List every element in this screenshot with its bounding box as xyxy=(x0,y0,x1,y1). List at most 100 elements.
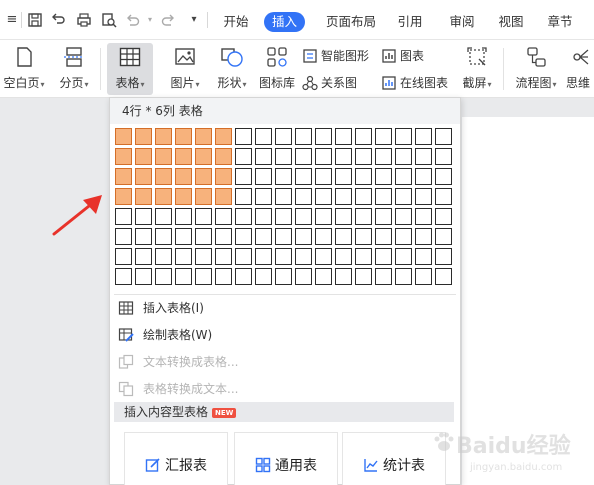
grid-cell[interactable] xyxy=(135,248,152,265)
grid-cell[interactable] xyxy=(295,268,312,285)
grid-cell[interactable] xyxy=(295,208,312,225)
grid-cell[interactable] xyxy=(215,248,232,265)
print-icon[interactable] xyxy=(76,12,92,28)
table-to-text-item[interactable]: 表格转换成文本... xyxy=(118,379,238,399)
grid-cell[interactable] xyxy=(235,128,252,145)
grid-cell[interactable] xyxy=(395,228,412,245)
grid-cell[interactable] xyxy=(275,188,292,205)
grid-cell[interactable] xyxy=(175,188,192,205)
tab-insert[interactable]: 插入 xyxy=(264,12,306,32)
grid-cell[interactable] xyxy=(415,248,432,265)
grid-cell[interactable] xyxy=(295,128,312,145)
undo-dropdown-icon[interactable]: ▾ xyxy=(142,12,158,28)
tab-sections[interactable]: 章节 xyxy=(546,12,574,32)
grid-cell[interactable] xyxy=(315,268,332,285)
grid-cell[interactable] xyxy=(115,228,132,245)
grid-cell[interactable] xyxy=(415,188,432,205)
grid-cell[interactable] xyxy=(215,228,232,245)
undo-history-icon[interactable] xyxy=(51,12,67,28)
tab-home[interactable]: 开始 xyxy=(220,12,252,32)
grid-cell[interactable] xyxy=(135,148,152,165)
grid-cell[interactable] xyxy=(435,128,452,145)
grid-cell[interactable] xyxy=(135,268,152,285)
grid-cell[interactable] xyxy=(115,248,132,265)
grid-cell[interactable] xyxy=(435,228,452,245)
grid-cell[interactable] xyxy=(275,128,292,145)
chart-button[interactable]: 图表 xyxy=(381,47,424,65)
grid-cell[interactable] xyxy=(435,148,452,165)
grid-cell[interactable] xyxy=(355,228,372,245)
grid-cell[interactable] xyxy=(335,228,352,245)
grid-cell[interactable] xyxy=(195,208,212,225)
grid-cell[interactable] xyxy=(255,228,272,245)
blank-page-button[interactable]: 空白页▾ xyxy=(0,46,48,91)
grid-cell[interactable] xyxy=(175,168,192,185)
grid-cell[interactable] xyxy=(115,268,132,285)
grid-cell[interactable] xyxy=(255,128,272,145)
grid-cell[interactable] xyxy=(255,208,272,225)
grid-cell[interactable] xyxy=(175,148,192,165)
grid-cell[interactable] xyxy=(235,248,252,265)
undo-icon[interactable] xyxy=(125,12,141,28)
grid-cell[interactable] xyxy=(155,168,172,185)
grid-cell[interactable] xyxy=(135,228,152,245)
grid-cell[interactable] xyxy=(375,188,392,205)
grid-cell[interactable] xyxy=(375,248,392,265)
grid-cell[interactable] xyxy=(415,228,432,245)
tab-page-layout[interactable]: 页面布局 xyxy=(325,12,377,32)
grid-cell[interactable] xyxy=(315,188,332,205)
grid-cell[interactable] xyxy=(315,208,332,225)
table-size-grid[interactable] xyxy=(115,128,455,285)
grid-cell[interactable] xyxy=(195,148,212,165)
grid-cell[interactable] xyxy=(155,248,172,265)
grid-cell[interactable] xyxy=(135,128,152,145)
grid-cell[interactable] xyxy=(355,208,372,225)
grid-cell[interactable] xyxy=(235,228,252,245)
grid-cell[interactable] xyxy=(355,248,372,265)
grid-cell[interactable] xyxy=(215,168,232,185)
menu-icon[interactable]: ≡ xyxy=(4,12,20,28)
general-table-card[interactable]: 通用表 xyxy=(234,432,338,485)
grid-cell[interactable] xyxy=(215,208,232,225)
draw-table-item[interactable]: 绘制表格(W) xyxy=(118,325,212,345)
grid-cell[interactable] xyxy=(275,168,292,185)
grid-cell[interactable] xyxy=(115,128,132,145)
grid-cell[interactable] xyxy=(275,228,292,245)
grid-cell[interactable] xyxy=(375,128,392,145)
grid-cell[interactable] xyxy=(135,188,152,205)
grid-cell[interactable] xyxy=(235,148,252,165)
grid-cell[interactable] xyxy=(335,128,352,145)
grid-cell[interactable] xyxy=(435,208,452,225)
tab-review[interactable]: 审阅 xyxy=(448,12,476,32)
text-to-table-item[interactable]: 文本转换成表格... xyxy=(118,352,238,372)
tab-references[interactable]: 引用 xyxy=(396,12,424,32)
grid-cell[interactable] xyxy=(295,228,312,245)
grid-cell[interactable] xyxy=(275,148,292,165)
grid-cell[interactable] xyxy=(355,268,372,285)
grid-cell[interactable] xyxy=(175,248,192,265)
grid-cell[interactable] xyxy=(375,268,392,285)
grid-cell[interactable] xyxy=(155,148,172,165)
grid-cell[interactable] xyxy=(415,268,432,285)
grid-cell[interactable] xyxy=(395,268,412,285)
grid-cell[interactable] xyxy=(235,168,252,185)
grid-cell[interactable] xyxy=(195,268,212,285)
grid-cell[interactable] xyxy=(155,188,172,205)
grid-cell[interactable] xyxy=(215,148,232,165)
grid-cell[interactable] xyxy=(295,148,312,165)
grid-cell[interactable] xyxy=(335,268,352,285)
grid-cell[interactable] xyxy=(195,168,212,185)
grid-cell[interactable] xyxy=(215,188,232,205)
grid-cell[interactable] xyxy=(435,268,452,285)
grid-cell[interactable] xyxy=(235,268,252,285)
grid-cell[interactable] xyxy=(435,248,452,265)
grid-cell[interactable] xyxy=(435,168,452,185)
grid-cell[interactable] xyxy=(435,188,452,205)
grid-cell[interactable] xyxy=(255,248,272,265)
smart-shape-button[interactable]: 智能图形 xyxy=(302,47,369,65)
grid-cell[interactable] xyxy=(275,208,292,225)
grid-cell[interactable] xyxy=(115,208,132,225)
insert-table-item[interactable]: 插入表格(I) xyxy=(118,298,204,318)
grid-cell[interactable] xyxy=(315,228,332,245)
grid-cell[interactable] xyxy=(255,188,272,205)
